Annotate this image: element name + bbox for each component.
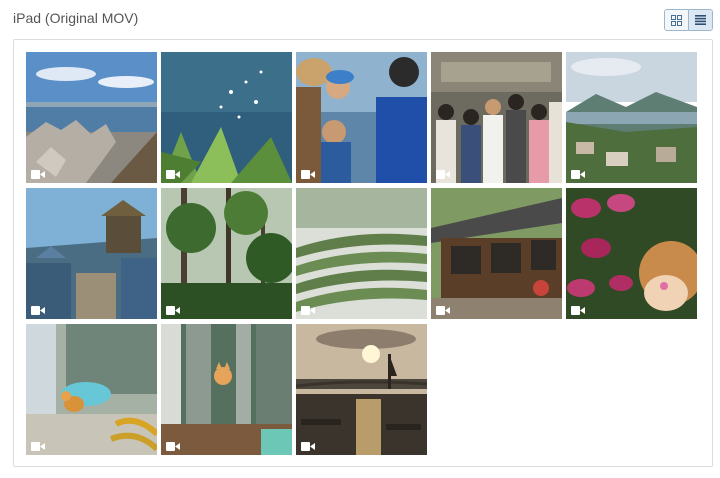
media-thumbnail[interactable] <box>26 188 157 319</box>
media-thumbnail[interactable] <box>161 52 292 183</box>
media-thumbnail[interactable] <box>161 188 292 319</box>
cat-door-photo <box>161 324 292 455</box>
video-camera-icon <box>31 442 45 451</box>
video-camera-icon <box>166 170 180 179</box>
media-thumbnail[interactable] <box>296 324 427 455</box>
thumbnail-grid <box>26 52 697 455</box>
media-thumbnail[interactable] <box>26 52 157 183</box>
video-camera-icon <box>436 306 450 315</box>
media-thumbnail[interactable] <box>296 188 427 319</box>
media-thumbnail[interactable] <box>431 52 562 183</box>
sea-ferns-photo <box>161 52 292 183</box>
view-toggle <box>664 9 713 31</box>
grid-icon <box>671 14 682 26</box>
video-camera-icon <box>166 442 180 451</box>
media-thumbnail[interactable] <box>161 324 292 455</box>
video-camera-icon <box>301 442 315 451</box>
video-camera-icon <box>571 170 585 179</box>
video-camera-icon <box>166 306 180 315</box>
wooden-house-photo <box>431 188 562 319</box>
video-camera-icon <box>571 306 585 315</box>
grid-view-button[interactable] <box>665 10 688 30</box>
cat-basin-photo <box>26 324 157 455</box>
list-icon <box>695 15 706 25</box>
crowd-photo <box>431 52 562 183</box>
video-camera-icon <box>31 306 45 315</box>
coastal-town-photo <box>566 52 697 183</box>
media-thumbnail[interactable] <box>296 52 427 183</box>
media-thumbnail[interactable] <box>566 52 697 183</box>
sunset-harbor-photo <box>296 324 427 455</box>
leaves-doll-photo <box>566 188 697 319</box>
forest-photo <box>161 188 292 319</box>
video-camera-icon <box>301 306 315 315</box>
list-view-button[interactable] <box>688 10 712 30</box>
album-title: iPad (Original MOV) <box>13 10 139 26</box>
media-thumbnail[interactable] <box>26 324 157 455</box>
video-camera-icon <box>31 170 45 179</box>
video-camera-icon <box>436 170 450 179</box>
video-camera-icon <box>301 170 315 179</box>
media-thumbnail[interactable] <box>431 188 562 319</box>
tea-terraces-photo <box>296 188 427 319</box>
breakwater-photo <box>26 52 157 183</box>
people-photo <box>296 52 427 183</box>
media-thumbnail[interactable] <box>566 188 697 319</box>
rooftops-photo <box>26 188 157 319</box>
media-panel <box>13 39 713 467</box>
